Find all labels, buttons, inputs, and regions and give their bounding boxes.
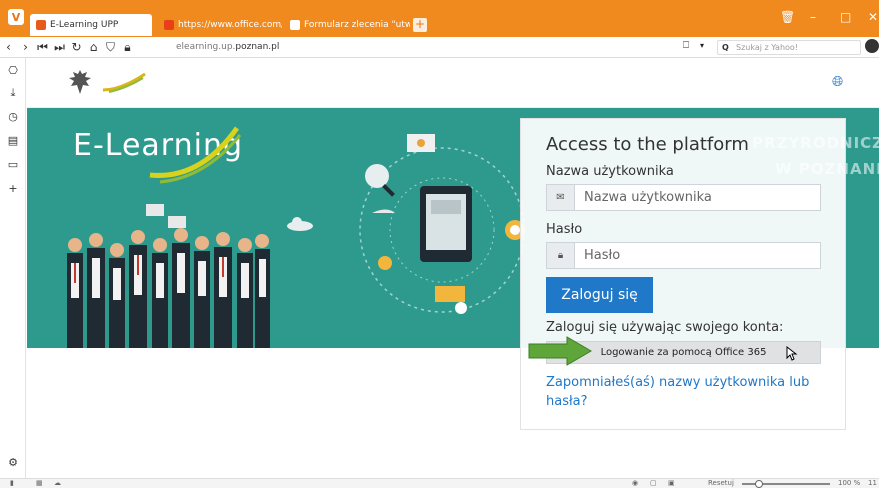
url-prefix: elearning.up. bbox=[176, 42, 236, 52]
cloud-sync-icon[interactable]: ☁ bbox=[54, 479, 61, 487]
capture-icon[interactable]: ◉ bbox=[632, 479, 638, 487]
new-tab-icon[interactable]: + bbox=[413, 18, 427, 32]
envelope-icon: ✉ bbox=[547, 185, 575, 210]
password-label: Hasło bbox=[546, 222, 583, 237]
mouse-cursor-icon bbox=[786, 346, 798, 361]
document-favicon-icon bbox=[290, 20, 300, 30]
tab-formularz[interactable]: Formularz zlecenia "utworz... bbox=[284, 14, 410, 36]
trash-icon[interactable]: 🗑 bbox=[780, 10, 795, 24]
lock-icon: 🔒︎ bbox=[547, 243, 575, 268]
people-illustration-icon bbox=[67, 228, 270, 348]
office-favicon-icon bbox=[164, 20, 174, 30]
forgot-username-link[interactable]: Zapomniałeś(aś) nazwy użytkownika lub ha… bbox=[546, 373, 831, 411]
tab-label: Formularz zlecenia "utworz... bbox=[304, 20, 410, 30]
panel-toggle-icon[interactable]: ▮ bbox=[10, 479, 14, 487]
upp-favicon-icon bbox=[36, 20, 46, 30]
maximize-icon[interactable]: □ bbox=[840, 10, 851, 24]
profile-avatar[interactable] bbox=[865, 39, 879, 53]
password-input[interactable] bbox=[575, 243, 820, 268]
tab-label: E-Learning UPP bbox=[50, 20, 119, 30]
minimize-icon[interactable]: – bbox=[810, 10, 816, 24]
reload-icon[interactable]: ↻ bbox=[68, 40, 85, 54]
search-engine-icon: Q bbox=[722, 43, 729, 52]
tile-icon[interactable]: ▢ bbox=[650, 479, 657, 487]
status-bar: ▮ ▦ ☁ ◉ ▢ ▣ Resetuj 100 % 11 bbox=[0, 478, 879, 488]
add-panel-icon[interactable]: + bbox=[6, 182, 20, 196]
history-panel-icon[interactable]: ◷ bbox=[6, 110, 20, 124]
username-label: Nazwa użytkownika bbox=[546, 164, 674, 179]
password-field: 🔒︎ bbox=[546, 242, 821, 269]
username-input[interactable] bbox=[575, 185, 820, 210]
cloud-icon bbox=[287, 217, 313, 231]
window-panel-icon[interactable]: ▭ bbox=[6, 158, 20, 172]
image-icon[interactable]: ▣ bbox=[668, 479, 675, 487]
username-field: ✉ bbox=[546, 184, 821, 211]
url-domain: poznan.pl bbox=[235, 42, 280, 52]
login-heading: Access to the platform bbox=[546, 134, 749, 155]
browser-tab-bar: V E-Learning UPP https://www.office.com/… bbox=[0, 0, 879, 37]
clock: 11 bbox=[868, 479, 877, 487]
university-eagle-logo-icon[interactable] bbox=[67, 68, 93, 96]
downloads-panel-icon[interactable]: ⤓ bbox=[6, 86, 20, 100]
home-icon[interactable]: ⌂ bbox=[85, 40, 102, 54]
upp-swoosh-logo-icon[interactable] bbox=[99, 70, 149, 94]
tiling-icon[interactable]: ▦ bbox=[36, 479, 43, 487]
tab-label: https://www.office.com/?r... bbox=[178, 20, 282, 30]
bookmark-dropdown-icon[interactable]: ▾ bbox=[700, 41, 704, 50]
office365-login-label: Logowanie za pomocą Office 365 bbox=[600, 347, 767, 358]
rewind-icon[interactable]: ⏮ bbox=[34, 40, 51, 55]
zoom-reset-button[interactable]: Resetuj bbox=[708, 479, 734, 487]
shield-icon[interactable]: ⛉ bbox=[102, 40, 119, 55]
fast-forward-icon[interactable]: ⏭ bbox=[51, 40, 68, 55]
site-header: 🌐︎ bbox=[27, 58, 879, 108]
login-button[interactable]: Zaloguj się bbox=[546, 277, 653, 313]
green-arrow-annotation-icon bbox=[528, 336, 592, 366]
address-bar: ‹ › ⏮ ⏭ ↻ ⌂ ⛉ 🔒︎ elearning.up.poznan.pl … bbox=[0, 37, 879, 58]
tab-elearning[interactable]: E-Learning UPP bbox=[30, 14, 152, 36]
vivaldi-menu-icon[interactable]: V bbox=[8, 9, 24, 25]
lock-icon: 🔒︎ bbox=[124, 39, 131, 54]
search-placeholder: Szukaj z Yahoo! bbox=[736, 43, 799, 52]
hero-swoosh-icon bbox=[149, 126, 242, 184]
language-globe-icon[interactable]: 🌐︎ bbox=[832, 74, 843, 90]
zoom-level: 100 % bbox=[838, 479, 861, 487]
tab-office[interactable]: https://www.office.com/?r... bbox=[158, 14, 282, 36]
chat-bubbles-icon bbox=[146, 204, 186, 228]
bookmark-icon[interactable]: ⎕ bbox=[683, 40, 689, 51]
search-field[interactable]: Q Szukaj z Yahoo! bbox=[717, 40, 861, 55]
close-icon[interactable]: ✕ bbox=[868, 10, 878, 24]
url-field[interactable]: elearning.up.poznan.pl bbox=[176, 42, 279, 52]
bookmarks-panel-icon[interactable]: ⎔ bbox=[6, 64, 20, 78]
alt-login-label: Zaloguj się używając swojego konta: bbox=[546, 320, 784, 335]
back-icon[interactable]: ‹ bbox=[0, 40, 17, 54]
settings-gear-icon[interactable]: ⚙ bbox=[6, 456, 20, 470]
notes-panel-icon[interactable]: ▤ bbox=[6, 134, 20, 148]
zoom-slider-handle[interactable] bbox=[755, 480, 763, 488]
forward-icon[interactable]: › bbox=[17, 40, 34, 54]
login-card: Access to the platform Nazwa użytkownika… bbox=[520, 118, 846, 430]
side-panel: ⎔ ⤓ ◷ ▤ ▭ + ⚙ bbox=[0, 58, 26, 478]
